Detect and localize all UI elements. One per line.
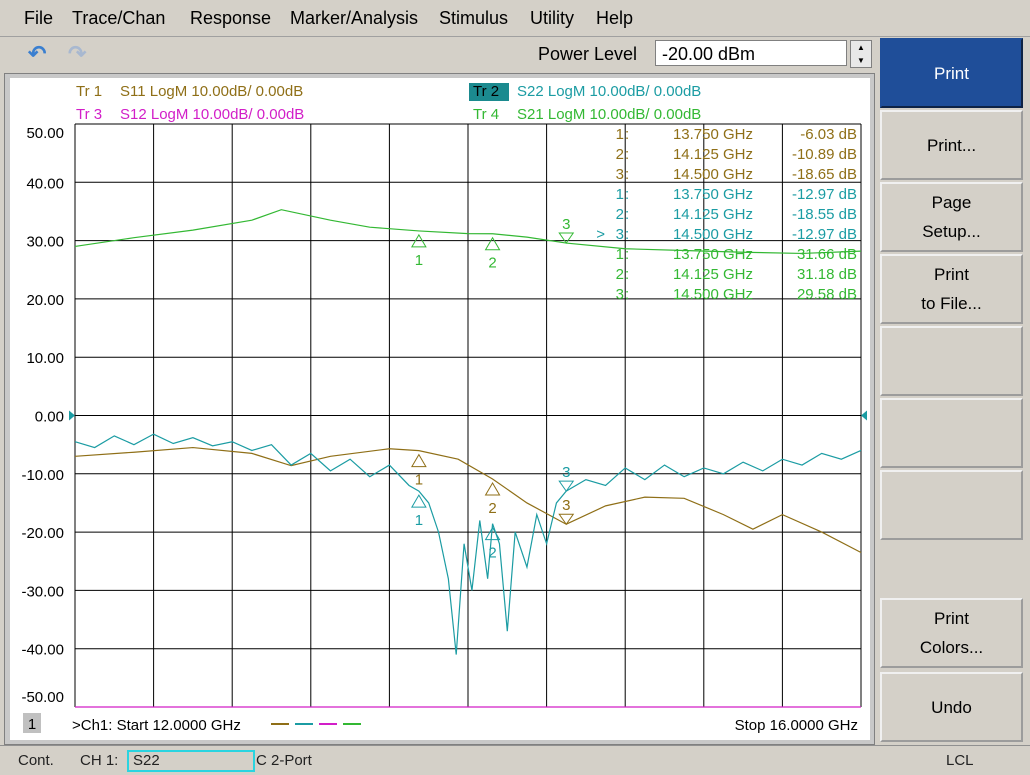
marker-table-number: 3 (616, 226, 624, 243)
y-tick-label: 0.00 (35, 409, 64, 426)
marker-table-value: -18.65 dB (792, 166, 857, 183)
marker-table-freq: 14.500 GHz (673, 286, 753, 303)
marker-number: 1 (415, 472, 423, 489)
marker-table-freq: 13.750 GHz (673, 246, 753, 263)
power-level-spinner[interactable]: ▲ ▼ (850, 40, 872, 68)
menu-help[interactable]: Help (596, 8, 633, 29)
y-tick-label: -50.00 (21, 689, 64, 706)
softkey-print[interactable]: Print (880, 38, 1023, 108)
marker-table-freq: 13.750 GHz (673, 126, 753, 143)
marker-table-colon: : (625, 126, 629, 143)
softkey-print[interactable]: Print... (880, 110, 1023, 180)
trace-label: Tr 4 (473, 106, 499, 123)
marker-number: 2 (488, 545, 496, 562)
marker-table-freq: 14.500 GHz (673, 166, 753, 183)
trace-param: S12 LogM 10.00dB/ 0.00dB (120, 106, 304, 123)
y-tick-label: -20.00 (21, 525, 64, 542)
active-marker-indicator: > (596, 226, 605, 243)
marker-table-colon: : (625, 146, 629, 163)
y-tick-label: -30.00 (21, 583, 64, 600)
y-tick-label: -10.00 (21, 467, 64, 484)
power-level-input[interactable]: -20.00 dBm (655, 40, 847, 66)
start-frequency: >Ch1: Start 12.0000 GHz (72, 717, 241, 734)
marker-table-freq: 14.125 GHz (673, 206, 753, 223)
cal-status: C 2-Port (256, 752, 312, 769)
marker-table-value: -18.55 dB (792, 206, 857, 223)
menu-marker-analysis[interactable]: Marker/Analysis (290, 8, 418, 29)
marker-table-number: 2 (616, 206, 624, 223)
marker-table-number: 3 (616, 166, 624, 183)
marker-number: 3 (562, 464, 570, 481)
trace-label: Tr 3 (76, 106, 102, 123)
marker-table-colon: : (625, 206, 629, 223)
menu-bar: File Trace/Chan Response Marker/Analysis Sti… (0, 0, 1030, 37)
marker-table-colon: : (625, 266, 629, 283)
remote-status: LCL (946, 752, 974, 769)
power-level-label: Power Level (538, 44, 638, 64)
channel-number: 1 (28, 716, 36, 733)
softkey-blank-5[interactable] (880, 398, 1023, 468)
marker-table-value: 31.66 dB (797, 246, 857, 263)
redo-icon[interactable]: ↷ (68, 41, 86, 67)
trace-param: S11 LogM 10.00dB/ 0.00dB (120, 83, 303, 100)
trace-param: S21 LogM 10.00dB/ 0.00dB (517, 106, 701, 123)
softkey-print-colors[interactable]: Print Colors... (880, 598, 1023, 668)
menu-file[interactable]: File (24, 8, 53, 29)
stop-frequency: Stop 16.0000 GHz (735, 717, 858, 734)
marker-table-colon: : (625, 166, 629, 183)
marker-table-value: -10.89 dB (792, 146, 857, 163)
measurement-chart[interactable]: 50.00 40.00 30.00 20.00 10.00 0.00 -10.00 -20.0… (10, 78, 870, 740)
softkey-page-setup[interactable]: Page Setup... (880, 182, 1023, 252)
menu-response[interactable]: Response (190, 8, 271, 29)
marker-table-number: 2 (616, 146, 624, 163)
marker-number: 1 (415, 512, 423, 529)
marker-table-value: -12.97 dB (792, 186, 857, 203)
marker-number: 2 (488, 255, 496, 272)
marker-table-number: 1 (616, 186, 624, 203)
softkey-blank-4[interactable] (880, 326, 1023, 396)
marker-table-freq: 13.750 GHz (673, 186, 753, 203)
y-tick-label: -40.00 (21, 642, 64, 659)
y-tick-label: 50.00 (26, 125, 64, 142)
marker-table-colon: : (625, 286, 629, 303)
marker-table-colon: : (625, 246, 629, 263)
trace-label: Tr 2 (473, 83, 499, 100)
marker-table-number: 2 (616, 266, 624, 283)
softkey-blank-6[interactable] (880, 470, 1023, 540)
marker-table-value: 31.18 dB (797, 266, 857, 283)
y-tick-label: 40.00 (26, 175, 64, 192)
marker-table-value: -12.97 dB (792, 226, 857, 243)
channel-label: CH 1: (80, 752, 119, 769)
marker-table-value: 29.58 dB (797, 286, 857, 303)
softkey-undo[interactable]: Undo (880, 672, 1023, 742)
trace-param: S22 LogM 10.00dB/ 0.00dB (517, 83, 701, 100)
marker-table-freq: 14.125 GHz (673, 266, 753, 283)
softkey-print-to-file[interactable]: Print to File... (880, 254, 1023, 324)
marker-table-freq: 14.500 GHz (673, 226, 753, 243)
marker-table-value: -6.03 dB (800, 126, 857, 143)
marker-table-number: 1 (616, 126, 624, 143)
trace-label: Tr 1 (76, 83, 102, 100)
marker-number: 3 (562, 497, 570, 514)
marker-number: 1 (415, 252, 423, 269)
y-tick-label: 20.00 (26, 292, 64, 309)
marker-table-number: 3 (616, 286, 624, 303)
menu-utility[interactable]: Utility (530, 8, 574, 29)
marker-table-freq: 14.125 GHz (673, 146, 753, 163)
y-tick-label: 30.00 (26, 234, 64, 251)
marker-table-colon: : (625, 186, 629, 203)
menu-trace-chan[interactable]: Trace/Chan (72, 8, 165, 29)
menu-stimulus[interactable]: Stimulus (439, 8, 508, 29)
marker-number: 2 (488, 500, 496, 517)
status-bar: Cont. CH 1: S22 C 2-Port LCL (0, 745, 1030, 775)
undo-icon[interactable]: ↶ (28, 41, 46, 67)
marker-number: 3 (562, 216, 570, 233)
y-tick-label: 10.00 (26, 350, 64, 367)
measurement-field[interactable]: S22 (127, 750, 255, 772)
marker-table-colon: : (625, 226, 629, 243)
marker-table-number: 1 (616, 246, 624, 263)
sweep-mode: Cont. (18, 752, 54, 769)
